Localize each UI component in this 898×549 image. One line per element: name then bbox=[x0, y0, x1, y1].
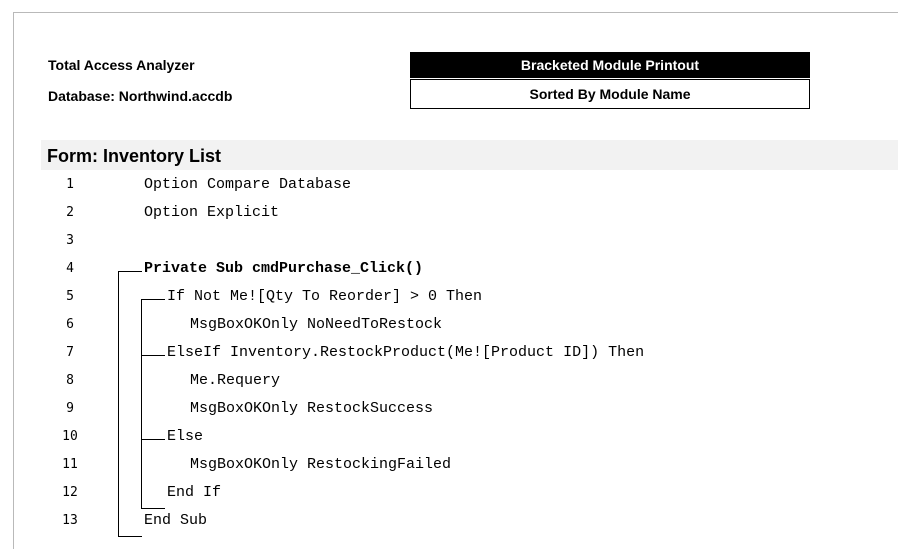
line-number: 8 bbox=[66, 373, 74, 388]
code-text: MsgBoxOKOnly RestockSuccess bbox=[190, 400, 434, 417]
code-line: 11 MsgBoxOKOnly RestockingFailed bbox=[0, 453, 898, 481]
line-number: 11 bbox=[62, 457, 78, 472]
if-bracket-vertical bbox=[141, 299, 142, 509]
if-bracket-else bbox=[141, 439, 165, 440]
line-number: 5 bbox=[66, 289, 74, 304]
code-text: Option Explicit bbox=[144, 204, 280, 221]
module-header: Form: Inventory List bbox=[41, 140, 898, 170]
line-number: 13 bbox=[62, 513, 78, 528]
code-line: 5 If Not Me![Qty To Reorder] > 0 Then bbox=[0, 285, 898, 313]
code-text: Option Compare Database bbox=[144, 176, 352, 193]
sub-bracket-vertical bbox=[118, 271, 119, 537]
code-line: 10 Else bbox=[0, 425, 898, 453]
code-text: End Sub bbox=[144, 512, 208, 529]
line-number: 4 bbox=[66, 261, 74, 276]
code-text: Private Sub cmdPurchase_Click() bbox=[144, 260, 424, 277]
code-text: Else bbox=[167, 428, 204, 445]
code-text: MsgBoxOKOnly NoNeedToRestock bbox=[190, 316, 443, 333]
line-number: 7 bbox=[66, 345, 74, 360]
report-title: Bracketed Module Printout bbox=[410, 52, 810, 78]
if-bracket-top bbox=[141, 299, 165, 300]
code-line: 8 Me.Requery bbox=[0, 369, 898, 397]
code-text: Me.Requery bbox=[190, 372, 281, 389]
line-number: 2 bbox=[66, 205, 74, 220]
code-line: 13 End Sub bbox=[0, 509, 898, 537]
code-line: 12 End If bbox=[0, 481, 898, 509]
line-number: 1 bbox=[66, 177, 74, 192]
line-number: 12 bbox=[62, 485, 78, 500]
line-number: 6 bbox=[66, 317, 74, 332]
line-number: 9 bbox=[66, 401, 74, 416]
code-line: 9 MsgBoxOKOnly RestockSuccess bbox=[0, 397, 898, 425]
code-line: 6 MsgBoxOKOnly NoNeedToRestock bbox=[0, 313, 898, 341]
code-line: 7 ElseIf Inventory.RestockProduct(Me![Pr… bbox=[0, 341, 898, 369]
report-sort-label: Sorted By Module Name bbox=[410, 79, 810, 109]
sub-bracket-top bbox=[118, 271, 142, 272]
app-name: Total Access Analyzer bbox=[48, 57, 195, 73]
code-text: MsgBoxOKOnly RestockingFailed bbox=[190, 456, 452, 473]
page-border-top bbox=[13, 12, 898, 13]
code-line: 1 Option Compare Database bbox=[0, 173, 898, 201]
database-name: Database: Northwind.accdb bbox=[48, 88, 233, 104]
code-line: 2 Option Explicit bbox=[0, 201, 898, 229]
line-number: 10 bbox=[62, 429, 78, 444]
line-number: 3 bbox=[66, 233, 74, 248]
code-line: 3 bbox=[0, 229, 898, 257]
module-title: Form: Inventory List bbox=[47, 146, 222, 166]
if-bracket-elseif bbox=[141, 355, 165, 356]
if-bracket-bottom bbox=[141, 508, 165, 509]
sub-bracket-bottom bbox=[118, 536, 142, 537]
code-text: If Not Me![Qty To Reorder] > 0 Then bbox=[167, 288, 483, 305]
code-text: ElseIf Inventory.RestockProduct(Me![Prod… bbox=[167, 344, 645, 361]
code-text: End If bbox=[167, 484, 222, 501]
